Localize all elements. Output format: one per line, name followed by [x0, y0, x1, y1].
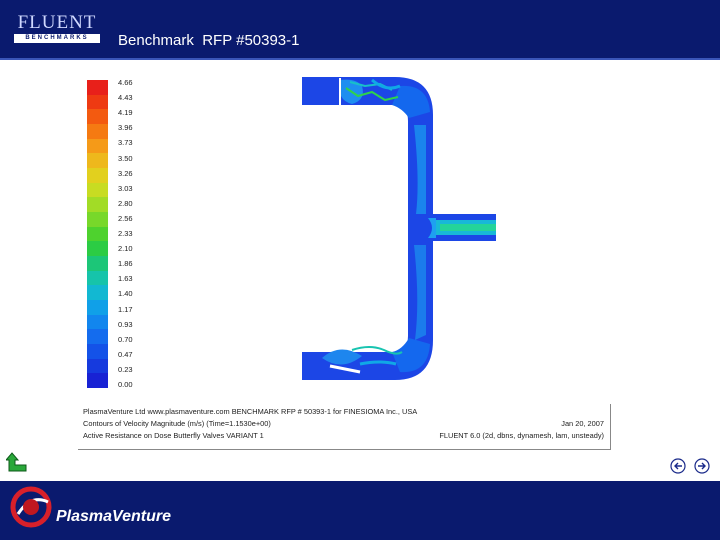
caption-solver: FLUENT 6.0 (2d, dbns, dynamesh, lam, uns… [439, 431, 604, 440]
caption-credits: PlasmaVenture Ltd www.plasmaventure.com … [83, 407, 418, 416]
caption-date: Jan 20, 2007 [561, 419, 604, 428]
next-slide-icon[interactable] [694, 458, 710, 474]
pipe-geometry [302, 77, 496, 380]
caption-case: Active Resistance on Dose Butterfly Valv… [83, 431, 264, 440]
back-arrow-icon[interactable] [6, 452, 28, 474]
outlet-jet-core [440, 224, 496, 231]
caption-quantity: Contours of Velocity Magnitude (m/s) (Ti… [83, 419, 271, 428]
plasmaventure-logo-icon [10, 486, 52, 528]
previous-slide-icon[interactable] [670, 458, 686, 474]
pipe-body [302, 77, 433, 380]
plot-caption: PlasmaVenture Ltd www.plasmaventure.com … [78, 404, 611, 450]
footer-brand-name: PlasmaVenture [56, 508, 172, 525]
